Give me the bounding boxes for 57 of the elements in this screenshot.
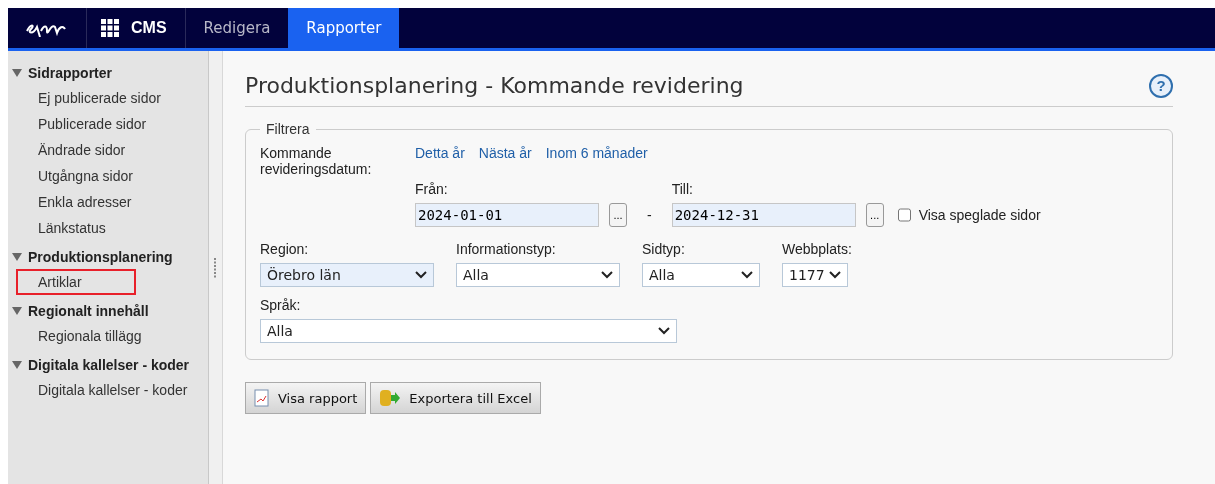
- sidebar-item[interactable]: Ej publicerade sidor: [16, 85, 208, 111]
- triangle-icon: [12, 361, 22, 369]
- triangle-icon: [12, 253, 22, 261]
- sidebar-item[interactable]: Ändrade sidor: [16, 137, 208, 163]
- nav-tab[interactable]: Redigera: [185, 8, 289, 48]
- dropdown[interactable]: Alla: [260, 319, 677, 343]
- group-header[interactable]: Digitala kallelser - koder: [12, 357, 208, 373]
- sidebar-item[interactable]: Länkstatus: [16, 215, 208, 241]
- date-label: Kommande revideringsdatum:: [260, 145, 373, 179]
- date-preset-link[interactable]: Detta år: [415, 145, 465, 161]
- from-label: Från:: [415, 181, 449, 197]
- chevron-down-icon: [829, 271, 841, 279]
- dropdown[interactable]: Alla: [642, 263, 760, 287]
- chevron-down-icon: [741, 271, 753, 279]
- select-label: Region:: [260, 241, 310, 257]
- select-label: Informationstyp:: [456, 241, 557, 257]
- sidebar-item[interactable]: Regionala tillägg: [16, 323, 208, 349]
- report-button[interactable]: Visa rapport: [245, 382, 367, 414]
- date-picker-button[interactable]: ...: [609, 203, 627, 227]
- help-icon[interactable]: ?: [1149, 73, 1173, 98]
- chevron-down-icon: [601, 271, 613, 279]
- nav-tab[interactable]: Rapporter: [288, 8, 400, 48]
- chevron-down-icon: [415, 271, 427, 279]
- checkbox-label: Visa speglade sidor: [918, 207, 1041, 223]
- date-picker-button[interactable]: ...: [865, 203, 884, 227]
- checkbox[interactable]: [897, 207, 911, 223]
- page-title: Produktionsplanering - Kommande revidering: [245, 73, 744, 98]
- sidebar-item[interactable]: Utgångna sidor: [16, 163, 208, 189]
- date-preset-link[interactable]: Nästa år: [478, 145, 532, 161]
- dropdown[interactable]: Örebro län: [260, 263, 434, 287]
- date-preset-link[interactable]: Inom 6 månader: [545, 145, 648, 161]
- select-label: Sidtyp:: [642, 241, 686, 257]
- database-arrow-icon: [379, 388, 402, 408]
- export-button[interactable]: Exportera till Excel: [370, 382, 541, 414]
- sidebar-item[interactable]: Digitala kallelser - koder: [16, 377, 208, 403]
- app-grid-icon[interactable]: [101, 19, 119, 37]
- range-separator: -: [647, 207, 652, 223]
- to-date-field[interactable]: 2024-12-31: [671, 203, 856, 227]
- splitter-handle-icon[interactable]: [214, 257, 217, 278]
- to-label: Till:: [671, 181, 694, 197]
- from-date-field[interactable]: 2024-01-01: [415, 203, 599, 227]
- chevron-down-icon: [658, 327, 670, 335]
- sidebar-item[interactable]: Publicerade sidor: [16, 111, 208, 137]
- group-header[interactable]: Produktionsplanering: [12, 249, 208, 265]
- dropdown[interactable]: Alla: [456, 263, 620, 287]
- triangle-icon: [12, 307, 22, 315]
- report-chart-icon: [254, 389, 270, 407]
- group-header[interactable]: Regionalt innehåll: [12, 303, 208, 319]
- brand-name: CMS: [131, 19, 167, 37]
- select-label: Språk:: [260, 297, 302, 313]
- select-label: Webbplats:: [782, 241, 852, 257]
- triangle-icon: [12, 69, 22, 77]
- group-header[interactable]: Sidrapporter: [12, 65, 208, 81]
- filter-legend: Filtrera: [260, 121, 316, 137]
- dropdown[interactable]: 1177: [782, 263, 848, 287]
- sidebar-item[interactable]: Artiklar: [16, 269, 136, 295]
- sidebar-item[interactable]: Enkla adresser: [16, 189, 208, 215]
